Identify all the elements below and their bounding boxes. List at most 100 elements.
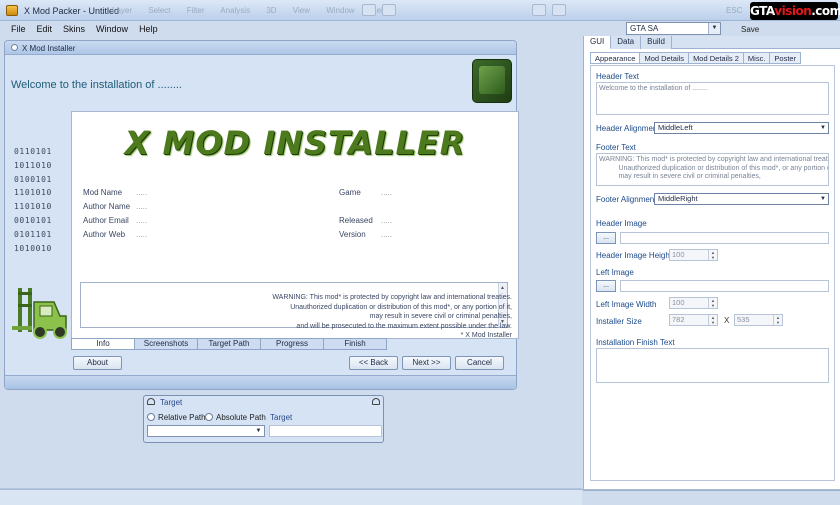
ghost-menu-item: Analysis bbox=[220, 6, 251, 15]
toolbar-icon bbox=[552, 4, 566, 16]
footer-text-input[interactable]: WARNING: This mod* is protected by copyr… bbox=[596, 153, 829, 186]
spinner-arrows-icon[interactable]: ▲ ▼ bbox=[773, 315, 782, 325]
save-button[interactable]: Save bbox=[741, 25, 759, 34]
game-value: ..... bbox=[381, 188, 393, 197]
title-bar: X Mod Packer - Untitled Layer Select Fil… bbox=[0, 0, 840, 21]
relative-path-radio[interactable] bbox=[147, 413, 155, 421]
chevron-down-icon: ▼ bbox=[255, 428, 262, 434]
ghost-menu-item: Window bbox=[326, 6, 355, 15]
properties-sub-tabs: Appearance Mod Details Mod Details 2 Mis… bbox=[590, 52, 802, 64]
tab-progress[interactable]: Progress bbox=[261, 338, 324, 350]
spinner-arrows-icon[interactable]: ▲ ▼ bbox=[708, 315, 717, 325]
next-button[interactable]: Next >> bbox=[402, 356, 451, 370]
properties-main-tabs: GUI Data Build bbox=[584, 36, 840, 49]
relative-path-label: Relative Path bbox=[158, 413, 206, 422]
esc-label: ESC bbox=[726, 6, 743, 15]
installer-width-stepper[interactable]: 782 ▲ ▼ bbox=[669, 314, 718, 326]
binary-row: 1101010 bbox=[14, 202, 52, 212]
binary-row: 0101101 bbox=[14, 229, 52, 239]
chevron-down-icon: ▼ bbox=[820, 196, 826, 202]
design-workspace: X Mod Installer Welcome to the installat… bbox=[0, 37, 582, 505]
tab-mod-details-2[interactable]: Mod Details 2 bbox=[689, 52, 744, 64]
binary-row: 1010010 bbox=[14, 243, 52, 253]
installer-bottom-bar bbox=[5, 375, 516, 389]
horizontal-scrollbar[interactable] bbox=[0, 489, 582, 505]
menu-help[interactable]: Help bbox=[139, 24, 158, 34]
menu-bar: File Edit Skins Window Help bbox=[0, 21, 580, 36]
game-select-value: GTA SA bbox=[630, 24, 659, 33]
footer-alignment-select[interactable]: MiddleRight ▼ bbox=[654, 193, 829, 205]
spinner-arrows-icon[interactable]: ▲ ▼ bbox=[708, 250, 717, 260]
menu-window[interactable]: Window bbox=[96, 24, 128, 34]
background-menu: Layer Select Filter Analysis 3D View Win… bbox=[112, 6, 401, 15]
header-alignment-label: Header Alignment bbox=[596, 124, 660, 133]
about-button[interactable]: About bbox=[73, 356, 122, 370]
target-label: Target bbox=[270, 413, 293, 422]
ghost-menu-item: Layer bbox=[112, 6, 133, 15]
left-image-path-input[interactable] bbox=[620, 280, 829, 292]
installer-title-bar: X Mod Installer bbox=[5, 41, 516, 55]
menu-skins[interactable]: Skins bbox=[63, 24, 85, 34]
tab-screenshots[interactable]: Screenshots bbox=[135, 338, 198, 350]
header-text-input[interactable]: Welcome to the installation of ........ bbox=[596, 82, 829, 115]
target-panel: Target Relative Path Absolute Path Targe… bbox=[143, 395, 384, 443]
tab-mod-details[interactable]: Mod Details bbox=[640, 52, 690, 64]
version-label: Version bbox=[339, 230, 366, 239]
tab-data[interactable]: Data bbox=[611, 36, 642, 49]
tab-gui[interactable]: GUI bbox=[584, 36, 612, 49]
appearance-settings: Header Text Welcome to the installation … bbox=[590, 65, 835, 481]
warning-line: may result in severe civil or criminal p… bbox=[369, 313, 512, 320]
warning-line: and will be prosecuted to the maximum ex… bbox=[296, 322, 512, 330]
hard-drive-icon bbox=[472, 59, 512, 103]
scroll-up-icon[interactable]: ▲ bbox=[500, 285, 505, 291]
toolbar-icon bbox=[362, 4, 376, 16]
left-image-browse-button[interactable]: ... bbox=[596, 280, 616, 292]
menu-edit[interactable]: Edit bbox=[37, 24, 53, 34]
binary-row: 1101010 bbox=[14, 188, 52, 198]
game-select[interactable]: GTA SA ▼ bbox=[626, 22, 721, 35]
binary-decoration: 0110101 1011010 0100101 1101010 1101010 … bbox=[14, 145, 70, 255]
absolute-path-radio[interactable] bbox=[205, 413, 213, 421]
tab-info[interactable]: Info bbox=[71, 338, 135, 350]
footer-text-label: Footer Text bbox=[596, 143, 636, 152]
header-alignment-select[interactable]: MiddleLeft ▼ bbox=[654, 122, 829, 134]
cancel-button[interactable]: Cancel bbox=[455, 356, 504, 370]
header-image-height-stepper[interactable]: 100 ▲ ▼ bbox=[669, 249, 718, 261]
tab-target-path[interactable]: Target Path bbox=[198, 338, 261, 350]
tab-misc[interactable]: Misc. bbox=[743, 52, 771, 64]
menu-file[interactable]: File bbox=[11, 24, 26, 34]
tab-poster[interactable]: Poster bbox=[770, 52, 802, 64]
absolute-path-label: Absolute Path bbox=[216, 413, 266, 422]
installer-size-label: Installer Size bbox=[596, 317, 642, 326]
author-email-value: ..... bbox=[136, 216, 148, 225]
header-image-browse-button[interactable]: ... bbox=[596, 232, 616, 244]
warning-line: Unauthorized duplication or distribution… bbox=[290, 303, 512, 311]
installer-height-stepper[interactable]: 535 ▲ ▼ bbox=[734, 314, 783, 326]
ghost-menu-item: Select bbox=[148, 6, 171, 15]
tab-build[interactable]: Build bbox=[641, 36, 672, 49]
finish-text-input[interactable] bbox=[596, 348, 829, 383]
forklift-icon bbox=[12, 288, 67, 339]
footer-alignment-label: Footer Alignment bbox=[596, 195, 657, 204]
header-image-path-input[interactable] bbox=[620, 232, 829, 244]
footer-alignment-value: MiddleRight bbox=[658, 194, 698, 203]
installer-header-text: Welcome to the installation of ........ bbox=[11, 79, 182, 91]
target-folder-dropdown[interactable]: ▼ bbox=[147, 425, 265, 437]
installer-window-title: X Mod Installer bbox=[22, 44, 76, 53]
back-button[interactable]: << Back bbox=[349, 356, 398, 370]
left-image-width-stepper[interactable]: 100 ▲ ▼ bbox=[669, 297, 718, 309]
header-image-height-value: 100 bbox=[672, 250, 685, 259]
window-title: X Mod Packer - Untitled bbox=[24, 6, 120, 16]
target-path-input[interactable] bbox=[269, 425, 382, 437]
watermark-logo: GTAvision.com bbox=[750, 2, 840, 20]
tab-appearance[interactable]: Appearance bbox=[590, 52, 641, 64]
left-image-width-value: 100 bbox=[672, 298, 685, 307]
lock-icon bbox=[372, 398, 380, 405]
tab-finish[interactable]: Finish bbox=[324, 338, 387, 350]
installer-width-value: 782 bbox=[672, 315, 685, 324]
installer-banner: X MOD INSTALLER bbox=[124, 124, 466, 162]
ghost-menu-item: View bbox=[292, 6, 310, 15]
spinner-arrows-icon[interactable]: ▲ ▼ bbox=[708, 298, 717, 308]
target-title: Target bbox=[160, 398, 183, 407]
binary-row: 0100101 bbox=[14, 174, 52, 184]
